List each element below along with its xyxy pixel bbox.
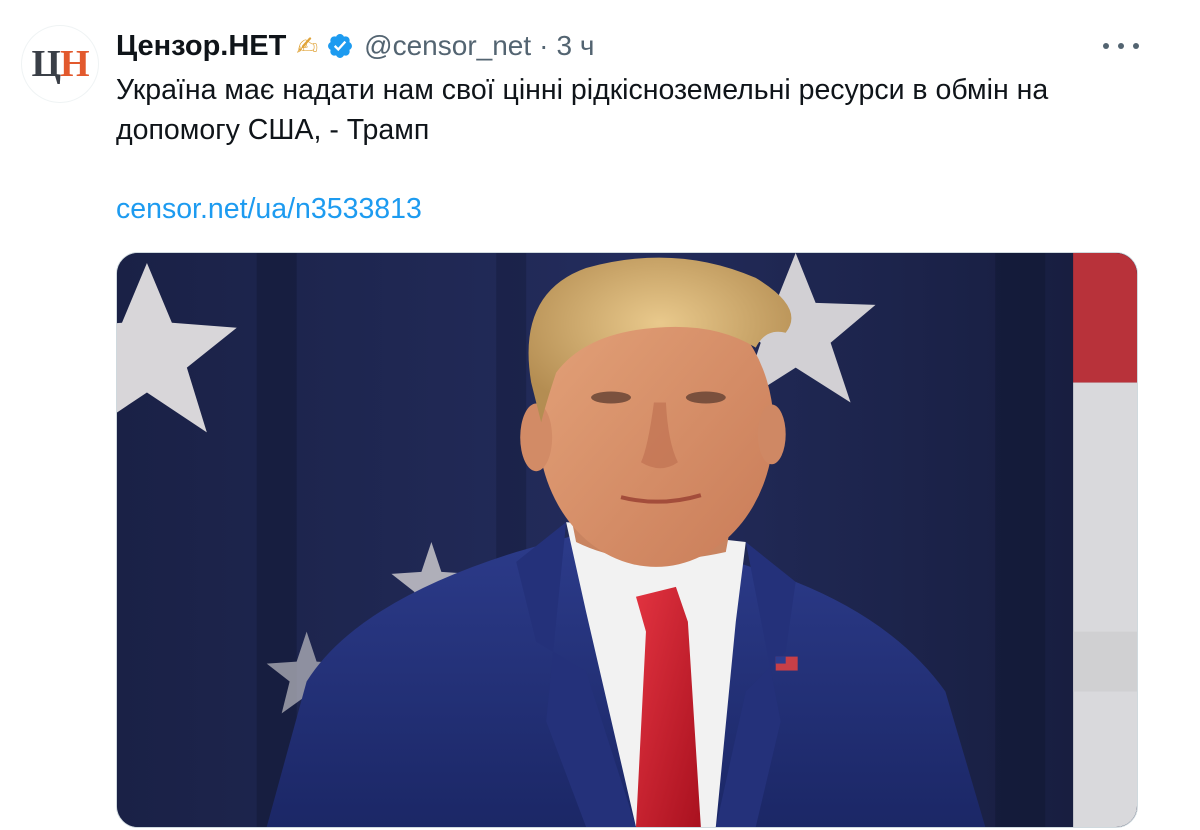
verified-badge-icon[interactable] bbox=[326, 32, 354, 60]
media-image[interactable] bbox=[116, 252, 1138, 828]
tweet-link[interactable]: censor.net/ua/n3533813 bbox=[116, 189, 422, 229]
avatar-logo-letter-2: Н bbox=[60, 43, 90, 85]
separator-dot: · bbox=[539, 30, 549, 61]
avatar[interactable]: ЦН bbox=[22, 26, 98, 102]
handle[interactable]: @censor_net bbox=[364, 30, 531, 62]
tweet-header: Цензор.НЕТ ✍ @censor_net · 3 ч bbox=[116, 26, 594, 66]
avatar-logo-letter-1: Ц bbox=[31, 43, 61, 85]
more-options-icon[interactable] bbox=[1103, 36, 1139, 56]
display-name[interactable]: Цензор.НЕТ bbox=[116, 30, 286, 63]
portrait-photo bbox=[117, 253, 1137, 827]
writing-hand-icon: ✍ bbox=[296, 30, 319, 61]
tweet-text: Україна має надати нам свої цінні рідкіс… bbox=[116, 74, 1049, 146]
timestamp[interactable]: 3 ч bbox=[556, 30, 594, 62]
tweet[interactable]: ЦН Цензор.НЕТ ✍ @censor_net · 3 ч Україн… bbox=[0, 0, 1200, 830]
avatar-logo: ЦН bbox=[31, 43, 90, 85]
